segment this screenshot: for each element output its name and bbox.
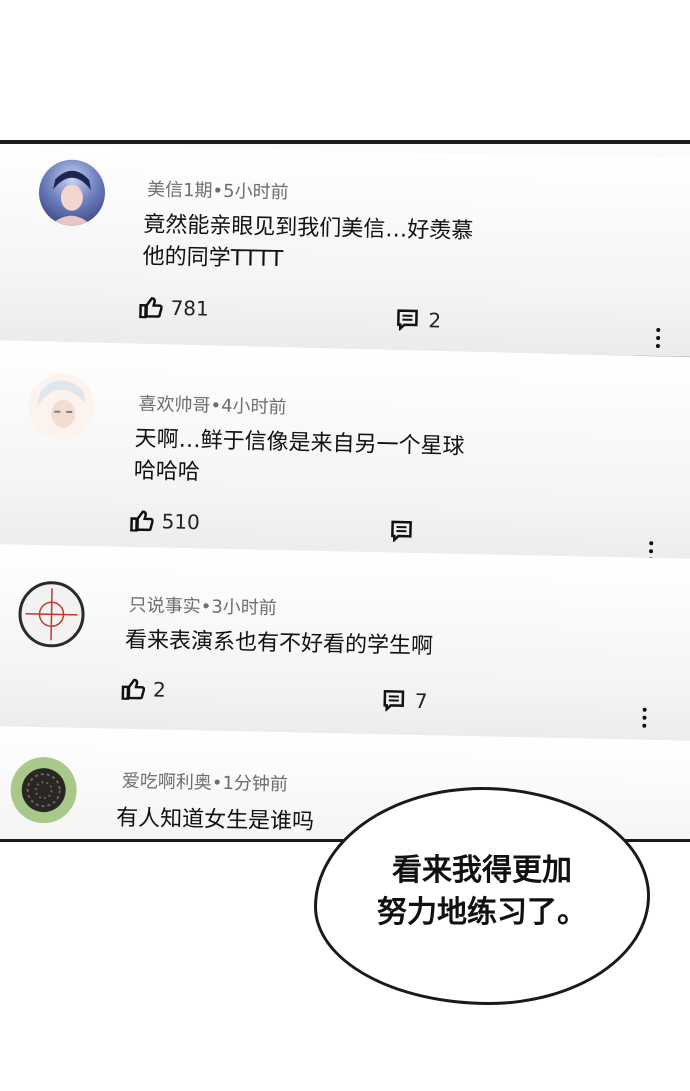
like-button[interactable]: 781 (138, 295, 210, 321)
like-button[interactable]: 510 (129, 508, 200, 534)
reply-button[interactable]: 7 (383, 688, 428, 713)
timestamp: 3小时前 (211, 596, 278, 620)
reply-count: 7 (414, 688, 428, 714)
comment-text: 天啊…鲜于信像是来自另一个星球 哈哈哈 (133, 424, 554, 498)
separator-dot: • (210, 395, 222, 417)
reply-button[interactable]: 2 (396, 308, 442, 333)
reply-button[interactable] (390, 520, 423, 543)
comment-text: 看来表演系也有不好看的学生啊 (125, 625, 546, 666)
thumbs-up-icon (121, 678, 146, 701)
more-options-button[interactable] (640, 707, 648, 728)
avatar[interactable] (9, 756, 78, 824)
username[interactable]: 喜欢帅哥 (138, 394, 210, 417)
avatar[interactable] (27, 372, 96, 441)
comment-meta: 美信1期•5小时前 (147, 175, 289, 204)
username[interactable]: 美信1期 (147, 179, 213, 201)
cookie-icon (21, 768, 66, 813)
thumbs-up-icon (139, 297, 163, 319)
comment-icon (383, 690, 405, 712)
crosshair-icon (25, 588, 78, 641)
thumbs-up-icon (130, 510, 154, 532)
avatar[interactable] (38, 159, 106, 227)
like-count: 781 (170, 295, 210, 321)
timestamp: 5小时前 (222, 180, 289, 204)
reply-count: 2 (428, 308, 442, 333)
comment-text-line: 看来表演系也有不好看的学生啊 (124, 627, 434, 660)
username[interactable]: 只说事实 (129, 595, 201, 618)
username[interactable]: 爱吃啊利奥 (122, 771, 212, 794)
comment-meta: 喜欢帅哥•4小时前 (138, 390, 287, 420)
comment-panel: 美信1期•5小时前 竟然能亲眼见到我们美信…好羡慕 他的同学TTTT 781 2… (0, 140, 690, 842)
separator-dot: • (212, 180, 224, 202)
separator-dot: • (211, 772, 223, 794)
comment-text: 竟然能亲眼见到我们美信…好羡慕 他的同学TTTT (142, 209, 543, 281)
timestamp: 4小时前 (220, 395, 287, 419)
comment-meta: 只说事实•3小时前 (129, 591, 278, 620)
like-count: 2 (152, 677, 166, 702)
comment-meta: 爱吃啊利奥•1分钟前 (122, 767, 289, 796)
avatar[interactable] (17, 580, 86, 648)
comment-icon (397, 309, 418, 332)
like-count: 510 (161, 509, 201, 535)
comment-item: 喜欢帅哥•4小时前 天啊…鲜于信像是来自另一个星球 哈哈哈 510 (0, 340, 690, 573)
comment-icon (391, 520, 412, 543)
separator-dot: • (200, 596, 212, 618)
speech-line: 努力地练习了。 (377, 895, 587, 930)
timestamp: 1分钟前 (222, 772, 289, 796)
more-options-button[interactable] (654, 327, 662, 349)
comment-item: 只说事实•3小时前 看来表演系也有不好看的学生啊 2 7 (0, 544, 690, 750)
comment-item: 美信1期•5小时前 竟然能亲眼见到我们美信…好羡慕 他的同学TTTT 781 2 (0, 144, 690, 360)
speech-bubble-text: 看来我得更加 努力地练习了。 (317, 850, 647, 934)
speech-bubble: 看来我得更加 努力地练习了。 (314, 787, 650, 1005)
avatar-portrait-icon (50, 170, 93, 227)
speech-line: 看来我得更加 (392, 853, 572, 888)
like-button[interactable]: 2 (121, 677, 166, 702)
avatar-portrait-icon (36, 380, 87, 428)
